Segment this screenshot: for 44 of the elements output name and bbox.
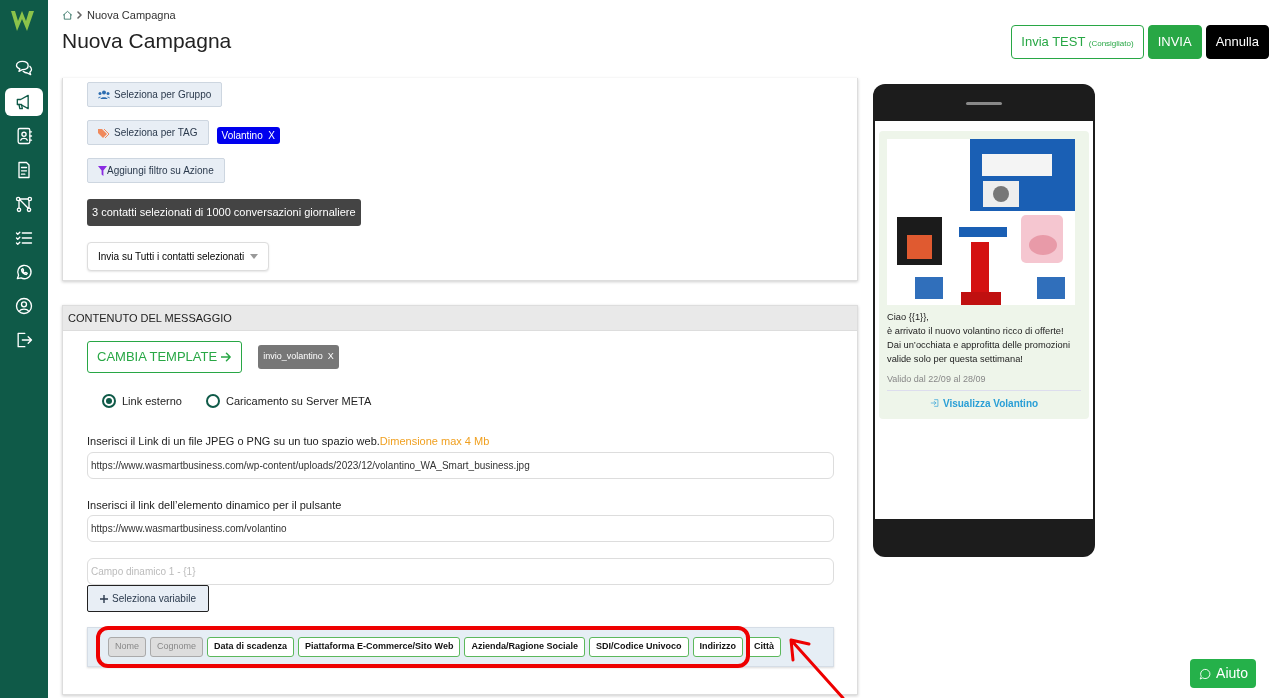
breadcrumb-item[interactable]: Nuova Campagna [87,7,176,24]
page-title: Nuova Campagna [62,27,232,53]
chevron-icon [77,11,83,20]
sidebar-item[interactable] [5,88,43,116]
variable-chip[interactable]: Data di scadenza [207,637,295,657]
radio-button[interactable] [102,393,116,408]
filter-button[interactable]: Seleziona per Gruppo [87,82,223,107]
image-link-field[interactable]: https://www.wasmartbusiness.com/wp-content/uploads/2023/12/volantino_WA_Smart_business.jpg [87,451,834,479]
variable-chip[interactable]: Indirizzo [692,637,743,657]
filter-button[interactable]: Seleziona per TAG [87,120,209,145]
people-icon [98,90,110,99]
user-icon [14,296,34,316]
field-label: Inserisci il Link di un file JPEG o PNG su un tuo spazio web.Dimensione max 4 Mb [87,434,491,449]
send-mode-dropdown[interactable]: Invia su Tutti i contatti selezionati [87,241,270,271]
radio-label[interactable]: Link esterno [122,392,182,409]
selection-summary: 3 contatti selezionati di 1000 conversazioni giornaliere [87,199,361,226]
variable-chip[interactable]: SDI/Codice Univoco [589,637,689,657]
home-icon [62,9,73,21]
template-chip[interactable]: invio_volantino X [258,345,339,369]
funnel-icon [98,165,107,176]
tag-chip[interactable]: Volantino X [216,127,280,144]
chat-icon [14,58,34,78]
radio-button[interactable] [205,393,220,408]
whatsapp-icon [1198,666,1213,681]
login-icon [929,398,940,409]
validity-text: Valido dal 22/09 al 28/09 [887,372,1081,392]
button-link-field[interactable]: https://www.wasmartbusiness.com/volantino [87,515,834,542]
flow-icon [14,194,34,214]
message-text: Ciao {{1}}, è arrivato il nuovo volantino ricco di offerte! Dai un’occhiata e approfitta delle promozioni valide solo per questa settimana! [887,311,1071,366]
field-label: Inserisci il link dell’elemento dinamico per il pulsante [87,497,343,513]
dynamic-field[interactable]: Campo dinamico 1 - {1} [87,558,834,585]
variable-chip[interactable]: Azienda/Ragione Sociale [464,637,585,657]
caret-icon [250,253,259,259]
radio-label[interactable]: Caricamento su Server META [225,392,372,409]
tag-icon [98,127,110,138]
section-header: CONTENUTO DEL MESSAGGIO [63,305,857,331]
arrow-right-icon [221,351,233,362]
select-variable-button[interactable]: Seleziona variabile [87,585,209,612]
whatsapp-icon [14,262,34,282]
speaker-icon [966,102,1002,105]
variable-chip[interactable]: Piattaforma E-Commerce/Sito Web [298,637,461,657]
plus-icon [100,594,108,603]
filter-button[interactable]: Aggiungi filtro su Azione [87,158,225,183]
header-button[interactable]: Annulla [1205,25,1269,59]
